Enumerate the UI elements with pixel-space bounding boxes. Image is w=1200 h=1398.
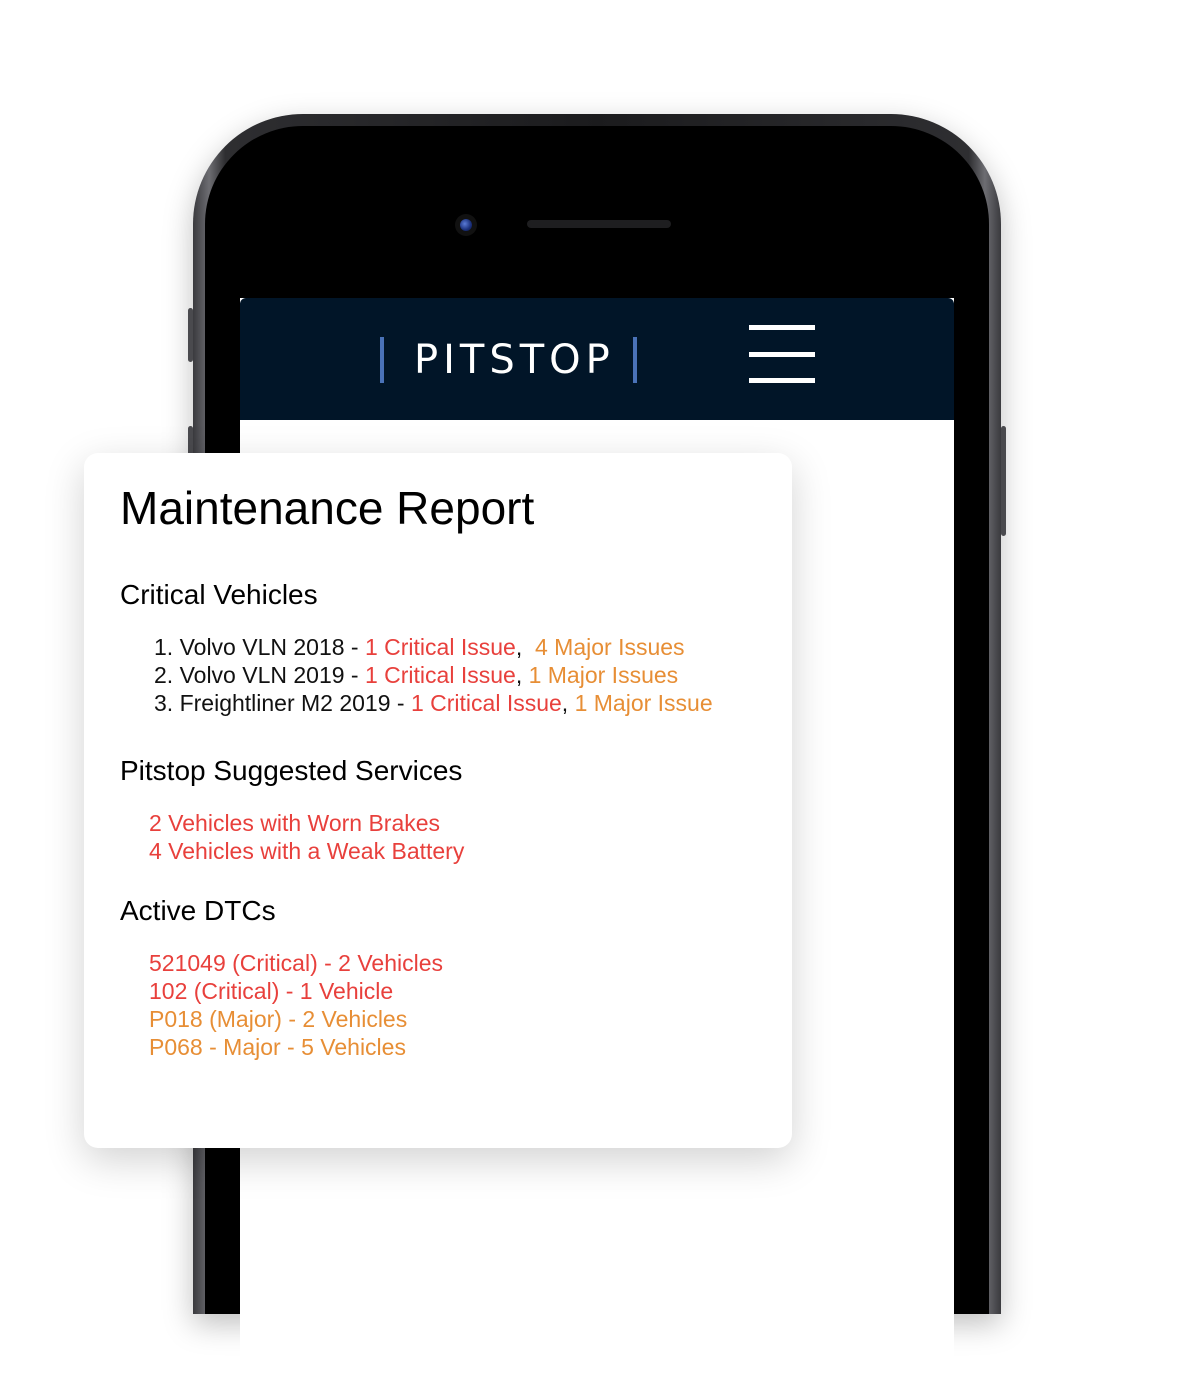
menu-line — [749, 378, 815, 383]
critical-issue-count: 1 Critical Issue — [410, 690, 562, 716]
menu-line — [749, 325, 815, 330]
navbar: PITSTOP — [240, 298, 954, 420]
separator: , — [515, 634, 535, 660]
item-number: 3. — [154, 690, 174, 716]
logo-bar-right — [632, 337, 637, 383]
major-issue-count: 1 Major Issue — [574, 690, 713, 716]
front-camera-icon — [455, 214, 477, 236]
hamburger-menu-icon[interactable] — [749, 325, 815, 383]
menu-line — [749, 351, 815, 357]
critical-issue-count: 1 Critical Issue — [364, 634, 516, 660]
critical-vehicles-list: 1. Volvo VLN 2018 - 1 Critical Issue, 4 … — [154, 633, 713, 717]
item-number: 1. — [154, 634, 174, 660]
list-item: P018 (Major) - 2 Vehicles — [149, 1006, 408, 1032]
active-dtcs-list: 521049 (Critical) - 2 Vehicles 102 (Crit… — [149, 949, 443, 1061]
list-item: P068 - Major - 5 Vehicles — [149, 1034, 406, 1060]
critical-issue-count: 1 Critical Issue — [364, 662, 516, 688]
phone-side-button-right — [1001, 426, 1006, 536]
vehicle-name: Volvo VLN 2019 - — [179, 662, 365, 688]
separator: , — [561, 690, 575, 716]
list-item: 521049 (Critical) - 2 Vehicles — [149, 950, 444, 976]
critical-vehicles-heading: Critical Vehicles — [120, 579, 318, 610]
phone-side-button-left — [188, 308, 193, 362]
major-issue-count: 1 Major Issues — [528, 662, 679, 688]
item-number: 2. — [154, 662, 174, 688]
report-title: Maintenance Report — [120, 482, 535, 534]
list-item: 1. Volvo VLN 2018 - 1 Critical Issue, 4 … — [154, 633, 713, 661]
list-item: 4 Vehicles with a Weak Battery — [149, 838, 465, 864]
list-item: 2. Volvo VLN 2019 - 1 Critical Issue, 1 … — [154, 661, 713, 689]
pitstop-logo[interactable]: PITSTOP — [380, 336, 637, 384]
suggested-services-heading: Pitstop Suggested Services — [120, 755, 463, 786]
logo-text: PITSTOP — [414, 337, 615, 383]
vehicle-name: Volvo VLN 2018 - — [179, 634, 365, 660]
list-item: 3. Freightliner M2 2019 - 1 Critical Iss… — [154, 689, 713, 717]
major-issue-count: 4 Major Issues — [534, 634, 685, 660]
separator: , — [515, 662, 529, 688]
list-item: 102 (Critical) - 1 Vehicle — [149, 978, 394, 1004]
speaker-grille — [527, 220, 671, 228]
suggested-services-list: 2 Vehicles with Worn Brakes 4 Vehicles w… — [149, 809, 464, 865]
maintenance-report-card: Maintenance Report Critical Vehicles 1. … — [84, 453, 792, 1148]
list-item: 2 Vehicles with Worn Brakes — [149, 810, 441, 836]
vehicle-name: Freightliner M2 2019 - — [179, 690, 411, 716]
active-dtcs-heading: Active DTCs — [120, 895, 276, 926]
